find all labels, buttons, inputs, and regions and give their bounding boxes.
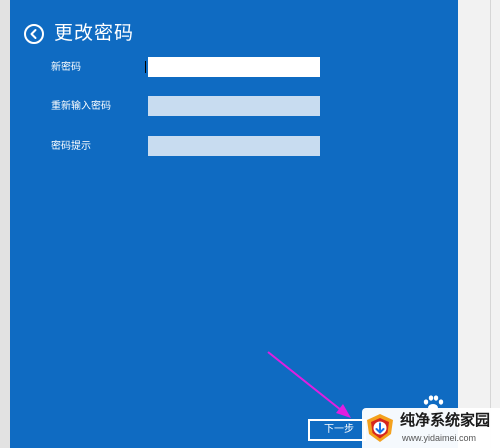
screenshot-stage: 更改密码 新密码 重新输入密码 密码提示 下一步 纯净系统家园 www.yida… <box>0 0 500 448</box>
page-title: 更改密码 <box>54 23 135 44</box>
change-password-dialog: 更改密码 新密码 重新输入密码 密码提示 下一步 <box>10 0 458 448</box>
confirm-password-field[interactable] <box>148 96 320 116</box>
password-hint-label: 密码提示 <box>51 141 91 152</box>
new-password-field[interactable] <box>148 57 320 77</box>
back-button[interactable] <box>24 24 44 44</box>
site-watermark: 纯净系统家园 www.yidaimei.com <box>362 408 500 448</box>
text-caret <box>145 61 146 73</box>
back-arrow-icon <box>30 29 37 39</box>
shield-logo-icon <box>367 414 393 442</box>
background-right <box>458 0 500 448</box>
watermark-name: 纯净系统家园 <box>400 412 491 429</box>
background-left <box>0 0 10 448</box>
new-password-label: 新密码 <box>51 62 81 73</box>
watermark-url: www.yidaimei.com <box>402 433 477 443</box>
confirm-password-label: 重新输入密码 <box>51 101 111 112</box>
next-button[interactable]: 下一步 <box>308 419 366 441</box>
background-divider <box>490 0 491 448</box>
password-hint-field[interactable] <box>148 136 320 156</box>
